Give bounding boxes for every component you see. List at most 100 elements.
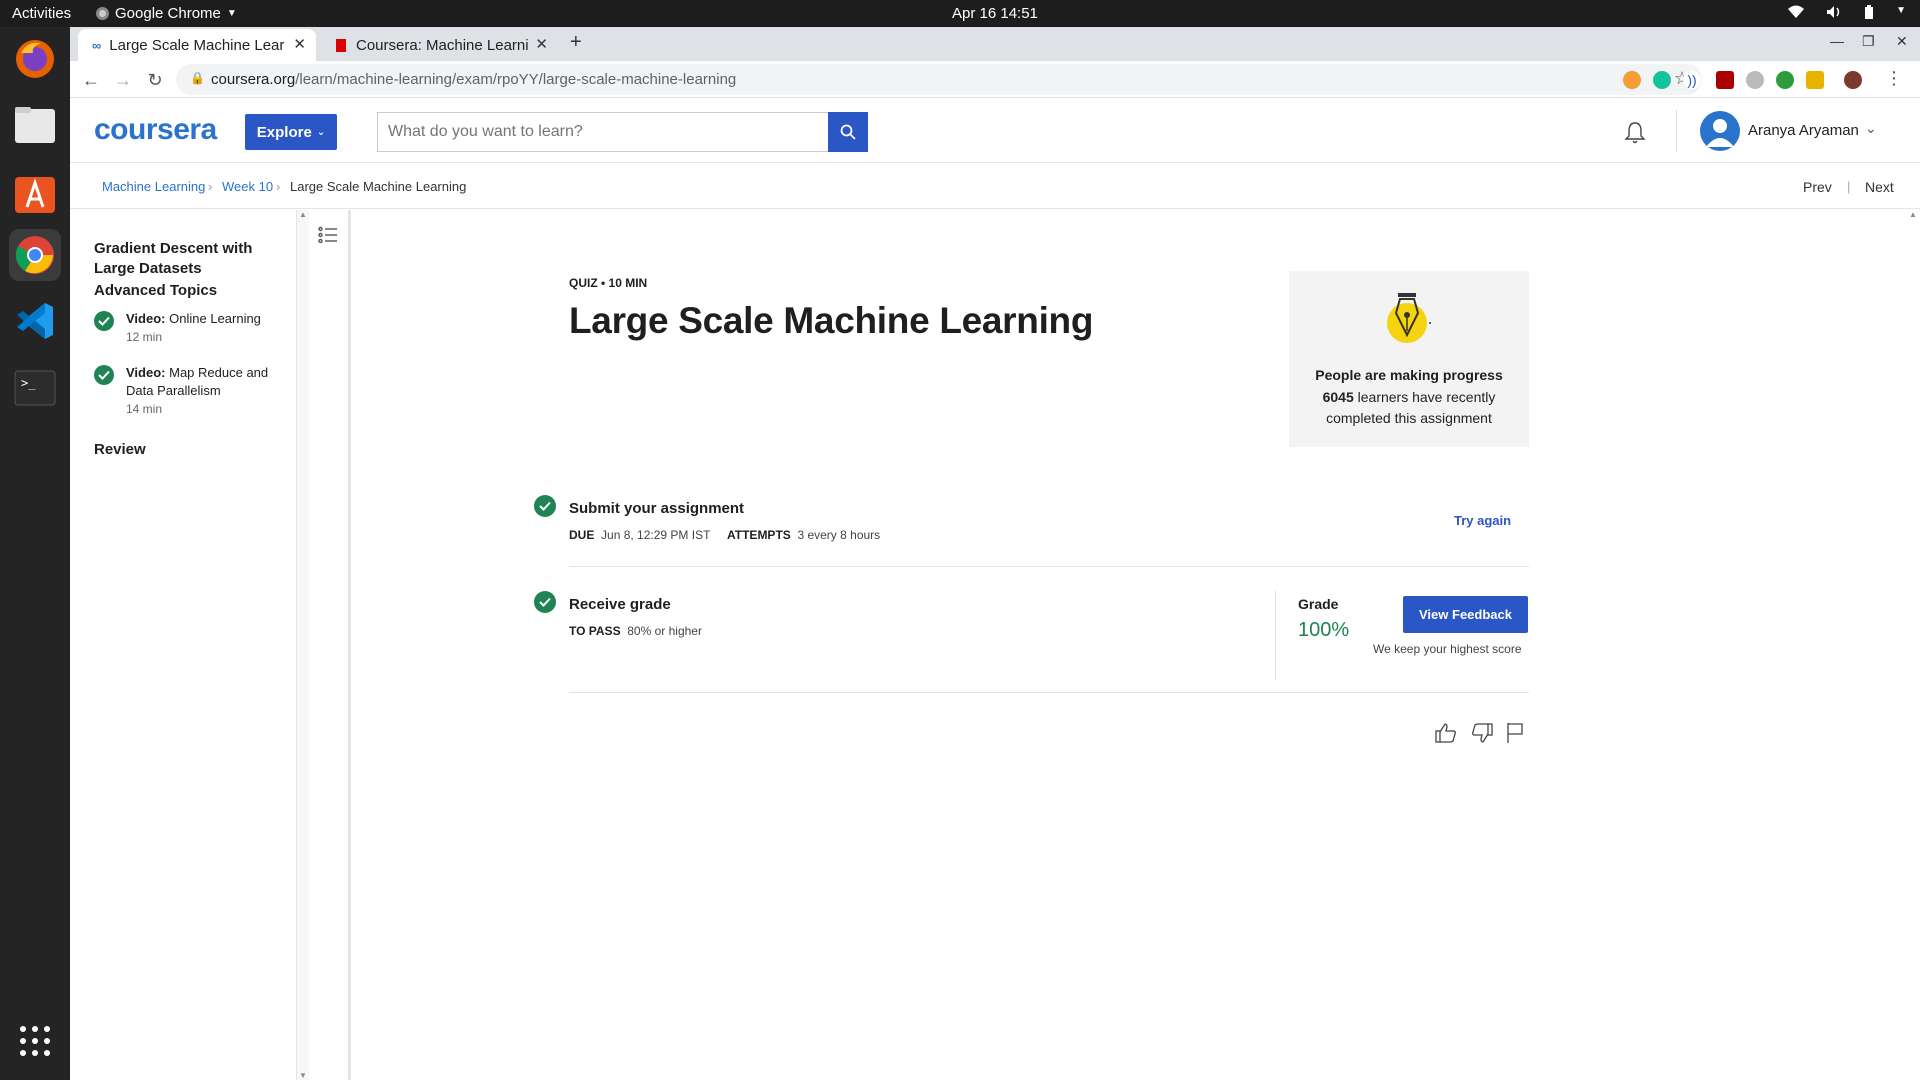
next-button[interactable]: Next [1865, 179, 1894, 195]
nav-divider: | [1847, 179, 1851, 194]
sidebar-scrollbar[interactable]: ▲ ▼ [296, 210, 309, 1080]
minimize-icon[interactable]: — [1830, 33, 1844, 49]
sidebar-item-map-reduce[interactable]: Video: Map Reduce and Data Parallelism [126, 364, 268, 400]
grade-value: 100% [1298, 619, 1350, 641]
tab-strip: ∞ Large Scale Machine Lear ✕ Coursera: M… [70, 27, 1920, 61]
coursera-favicon-icon: ∞ [92, 37, 102, 53]
attempts-info: ATTEMPTS 3 every 8 hours [727, 528, 880, 542]
notification-bell-icon[interactable] [1623, 121, 1647, 150]
volume-icon [1826, 5, 1842, 23]
reload-icon[interactable]: ↻ [142, 67, 168, 93]
new-tab-icon[interactable]: + [570, 31, 582, 54]
attempts-label: ATTEMPTS [727, 528, 791, 542]
close-tab-icon[interactable]: ✕ [293, 35, 306, 53]
tab-inactive[interactable]: Coursera: Machine Learni ✕ [322, 29, 558, 61]
item-type: Video: [126, 365, 166, 380]
grammarly-extension-icon[interactable] [1653, 71, 1671, 89]
coursera-logo[interactable]: coursera [94, 113, 217, 147]
chevron-down-icon: ⌄ [316, 126, 326, 138]
sidebar-rail [310, 210, 351, 1080]
calendar-extension-icon[interactable] [1716, 71, 1734, 89]
sidebar-section-review[interactable]: Review [94, 440, 146, 460]
try-again-link[interactable]: Try again [1454, 513, 1511, 528]
svg-text:>_: >_ [21, 376, 36, 390]
search-input[interactable] [377, 112, 829, 152]
back-icon[interactable]: ← [78, 67, 104, 93]
vpn-extension-icon[interactable] [1806, 71, 1824, 89]
scroll-down-icon[interactable]: ▼ [299, 1071, 307, 1080]
item-title-line1: Map Reduce and [169, 365, 269, 380]
grade-divider [1275, 590, 1276, 680]
close-tab-icon[interactable]: ✕ [535, 35, 548, 53]
quiz-main: QUIZ • 10 MIN Large Scale Machine Learni… [354, 210, 1904, 1080]
leaf-extension-icon[interactable] [1776, 71, 1794, 89]
breadcrumb-separator-icon: › [276, 179, 281, 194]
software-icon[interactable] [9, 167, 61, 219]
close-window-icon[interactable]: ✕ [1896, 33, 1908, 50]
apps-grid-icon[interactable] [9, 1015, 61, 1067]
breadcrumb-course[interactable]: Machine Learning [102, 179, 205, 194]
progress-text-1: learners have recently [1353, 389, 1496, 405]
completed-check-icon [94, 311, 114, 331]
quiz-kicker: QUIZ • 10 MIN [569, 276, 648, 290]
search-button[interactable] [828, 112, 868, 152]
address-bar[interactable]: 🔒 coursera.org/learn/machine-learning/ex… [176, 64, 1702, 95]
explore-button[interactable]: Explore ⌄ [245, 114, 337, 150]
clock[interactable]: Apr 16 14:51 [952, 5, 1038, 22]
progress-text: 6045 learners have recently completed th… [1299, 387, 1519, 429]
audio-extension-icon[interactable]: )) [1683, 71, 1701, 89]
system-tray[interactable]: ▼ [1788, 5, 1906, 23]
app-menu[interactable]: Google Chrome ▼ [96, 5, 237, 22]
forward-icon[interactable]: → [110, 67, 136, 93]
list-toggle-icon[interactable] [318, 226, 338, 249]
view-feedback-button[interactable]: View Feedback [1403, 596, 1528, 633]
sidebar-section-advanced-topics[interactable]: Advanced Topics [94, 281, 217, 301]
avatar[interactable] [1700, 111, 1740, 151]
item-duration: 14 min [126, 402, 163, 416]
pen-badge-icon [1385, 291, 1433, 350]
graded-check-icon [534, 591, 556, 613]
user-name[interactable]: Aranya Aryaman [1748, 122, 1859, 139]
profile-avatar-icon[interactable] [1844, 71, 1862, 89]
page-scrollbar[interactable]: ▲ [1906, 210, 1920, 1080]
scroll-up-icon[interactable]: ▲ [299, 210, 307, 219]
course-sidebar: Gradient Descent with Large Datasets Adv… [70, 210, 296, 1080]
search-icon [840, 124, 856, 140]
prev-button[interactable]: Prev [1803, 179, 1832, 195]
coursera-header: coursera Explore ⌄ Aranya Aryaman ⌄ [70, 98, 1920, 163]
grade-label: Grade [1298, 596, 1339, 612]
due-value: Jun 8, 12:29 PM IST [601, 528, 711, 542]
breadcrumb: Machine Learning › Week 10 › Large Scale… [70, 164, 1920, 209]
caret-down-icon: ▼ [226, 8, 237, 19]
activities-button[interactable]: Activities [12, 5, 71, 22]
browser-window: ∞ Large Scale Machine Lear ✕ Coursera: M… [70, 27, 1920, 1080]
thumbs-up-icon[interactable] [1435, 722, 1457, 749]
thumbs-down-icon[interactable] [1471, 722, 1493, 749]
due-label: DUE [569, 528, 595, 542]
pass-label: TO PASS [569, 624, 621, 638]
breadcrumb-week[interactable]: Week 10 [222, 179, 273, 194]
cookie-extension-icon[interactable] [1623, 71, 1641, 89]
chevron-down-icon[interactable]: ⌄ [1865, 120, 1877, 137]
flag-icon[interactable] [1506, 722, 1524, 749]
explore-label: Explore [256, 123, 312, 141]
person-extension-icon[interactable] [1746, 71, 1764, 89]
chrome-menu-icon[interactable]: ⋮ [1885, 68, 1903, 89]
page-content: coursera Explore ⌄ Aranya Aryaman ⌄ Mach… [70, 98, 1920, 1080]
scroll-up-icon[interactable]: ▲ [1909, 210, 1917, 219]
lock-icon: 🔒 [190, 71, 205, 85]
files-icon[interactable] [9, 99, 61, 151]
wifi-icon [1788, 5, 1805, 23]
chrome-icon[interactable] [9, 229, 61, 281]
sidebar-item-online-learning[interactable]: Video: Online Learning [126, 310, 261, 328]
dock: >_ [0, 27, 70, 1080]
firefox-icon[interactable] [9, 33, 61, 85]
vscode-icon[interactable] [9, 295, 61, 347]
url-text: coursera.org/learn/machine-learning/exam… [211, 71, 737, 88]
sidebar-section-gradient-descent[interactable]: Gradient Descent with Large Datasets [94, 239, 284, 279]
tab-title: Large Scale Machine Lear [109, 36, 285, 54]
restore-icon[interactable]: ❐ [1862, 33, 1875, 50]
tab-active[interactable]: ∞ Large Scale Machine Lear ✕ [78, 29, 316, 61]
progress-count: 6045 [1322, 389, 1354, 405]
terminal-icon[interactable]: >_ [9, 361, 61, 413]
